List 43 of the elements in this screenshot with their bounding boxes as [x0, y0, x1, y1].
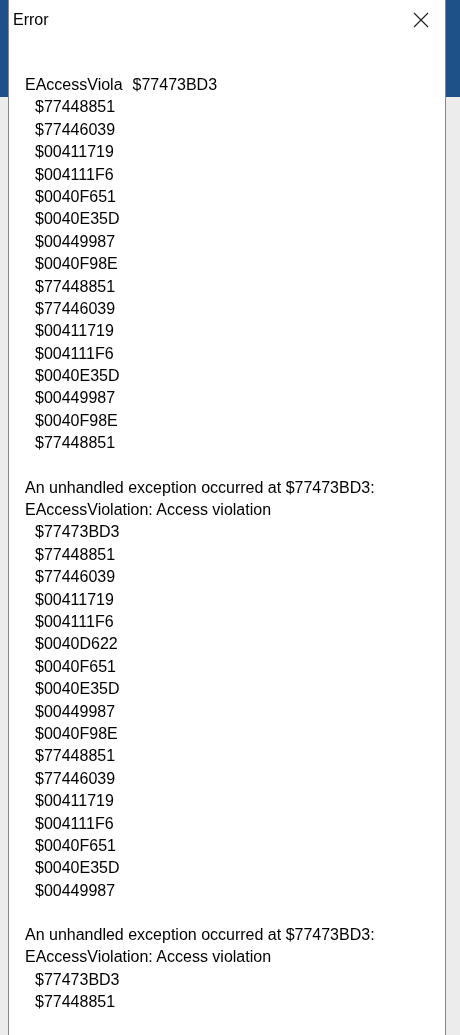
message-text: An unhandled exception occurred at $77473BD3: [25, 925, 375, 946]
stack-address: $77448851 [35, 545, 116, 563]
stack-address: $0040F651 [35, 836, 116, 854]
stack-address: $77446039 [35, 120, 116, 138]
message-text: EAccessViolation: Access violation [25, 500, 272, 521]
stack-address: $77473BD3 [35, 523, 120, 541]
window-title: Error [13, 10, 49, 30]
stack-address: $0040E35D [35, 680, 120, 698]
stack-address: $77446039 [35, 568, 116, 586]
close-icon [413, 12, 429, 28]
stack-address: $0040F98E [35, 411, 118, 429]
stack-address: $77446039 [35, 769, 116, 787]
message-text: EAccessViola [25, 75, 123, 95]
stack-address: $0040D622 [35, 635, 118, 653]
stack-address: $77448851 [35, 98, 116, 116]
stack-address: $00411719 [35, 792, 114, 810]
stack-address: $004111F6 [35, 344, 114, 362]
stack-address: $0040F651 [35, 187, 116, 205]
stack-address: $004111F6 [35, 165, 114, 183]
stack-address: $0040E35D [35, 210, 120, 228]
stack-address: $00411719 [35, 322, 114, 340]
stack-address: $0040F651 [35, 657, 116, 675]
stack-address: $77448851 [35, 993, 116, 1011]
stack-address: $004111F6 [35, 613, 114, 630]
stack-address: $77446039 [35, 299, 116, 317]
stack-address: $77448851 [35, 747, 116, 765]
message-text: EAccessViolation: Access violation [25, 947, 272, 968]
stack-address: $77448851 [35, 277, 116, 295]
message-text: An unhandled exception occurred at $77473BD3: [25, 477, 375, 498]
stack-address: $004111F6 [35, 814, 114, 832]
stack-address: $00449987 [35, 232, 116, 250]
stack-address: $00411719 [35, 143, 114, 161]
stack-address: $77448851 [35, 434, 116, 452]
stack-address: $0040F98E [35, 255, 118, 273]
stack-address: $0040E35D [35, 859, 120, 877]
stack-address: $0040E35D [35, 367, 120, 385]
stack-address: $0040F98E [35, 724, 118, 742]
stack-address: $00449987 [35, 702, 116, 720]
stack-address: $77473BD3 [35, 970, 120, 988]
stack-address: $00449987 [35, 881, 116, 899]
message-text: $77473BD3 [132, 75, 218, 95]
stack-address: $00411719 [35, 590, 114, 608]
stack-address: $00449987 [35, 389, 116, 407]
